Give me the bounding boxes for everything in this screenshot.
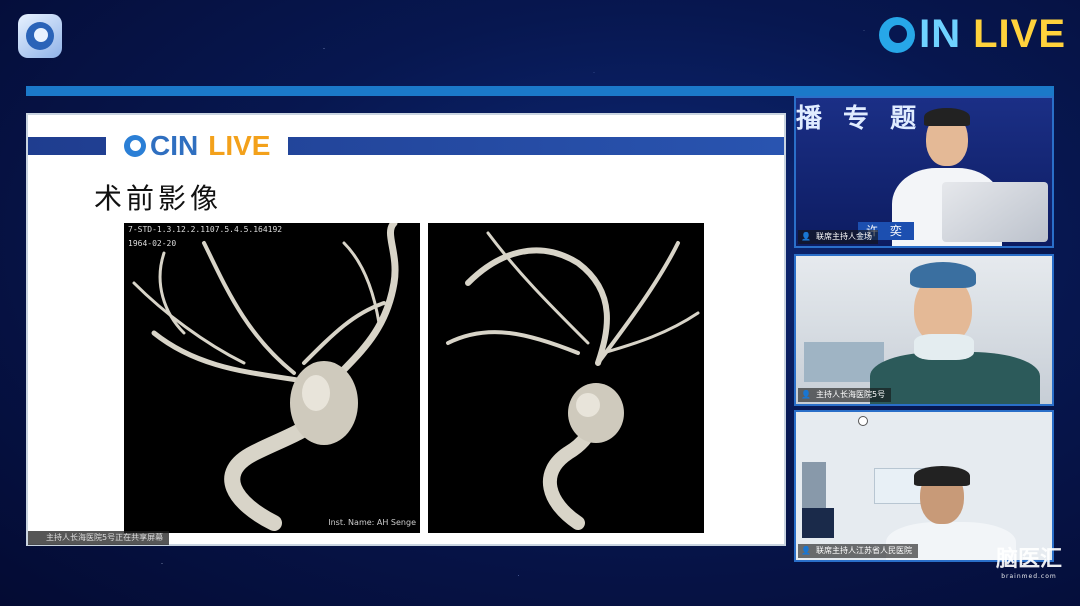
video-tile-1[interactable]: 播 专 题 许 奕 联席主持人金场 bbox=[794, 96, 1054, 248]
tile3-participant-label: 联席主持人江苏省人民医院 bbox=[798, 544, 918, 558]
brand-cin-text: IN bbox=[919, 12, 962, 56]
watermark-sub: brainmed.com bbox=[1001, 573, 1057, 580]
angiography-image-left: 7-STD-1.3.12.2.1107.5.4.5.164192 1964-02… bbox=[124, 223, 420, 533]
tile2-participant-label: 主持人长海医院5号 bbox=[798, 388, 892, 402]
share-window-topbar bbox=[26, 86, 1054, 96]
ocin-live-logo: IN LIVE bbox=[879, 12, 1066, 57]
scan-meta-date: 1964-02-20 bbox=[128, 239, 177, 248]
scan-meta-id: 7-STD-1.3.12.2.1107.5.4.5.164192 bbox=[128, 225, 283, 234]
slide-logo-o-icon bbox=[124, 135, 146, 157]
tile1-participant-label: 联席主持人金场 bbox=[798, 230, 878, 244]
vessel-render-left bbox=[132, 223, 399, 531]
vessel-render-right bbox=[446, 231, 700, 530]
video-tile-2[interactable]: 主持人长海医院5号 bbox=[794, 254, 1054, 406]
shared-slide: CIN LIVE 术前影像 7-STD-1.3.12.2.1107.5.4.5.… bbox=[26, 113, 786, 546]
angiography-image-right bbox=[428, 223, 704, 533]
ocin-o-icon bbox=[879, 16, 916, 53]
wall-clock-icon bbox=[858, 416, 868, 426]
screen-share-notice: 主持人长海医院5号正在共享屏幕 bbox=[28, 531, 170, 545]
laptop-icon bbox=[942, 182, 1048, 242]
slide-logo-live: LIVE bbox=[208, 130, 271, 161]
slide-title: 术前影像 bbox=[94, 182, 223, 215]
video-tile-3[interactable]: 联席主持人江苏省人民医院 bbox=[794, 410, 1054, 562]
brand-live-text: LIVE bbox=[973, 12, 1066, 56]
brainmed-watermark: 脑医汇 brainmed.com bbox=[996, 541, 1062, 580]
scan-inst-name: Inst. Name: AH Senge bbox=[328, 518, 416, 527]
tile1-banner-text: 播 专 题 bbox=[796, 104, 923, 134]
slide-logo-cin: CIN bbox=[150, 130, 199, 161]
slide-logo: CIN LIVE bbox=[106, 129, 289, 163]
app-logo-icon bbox=[18, 14, 62, 58]
watermark-main: 脑医汇 bbox=[995, 547, 1062, 572]
